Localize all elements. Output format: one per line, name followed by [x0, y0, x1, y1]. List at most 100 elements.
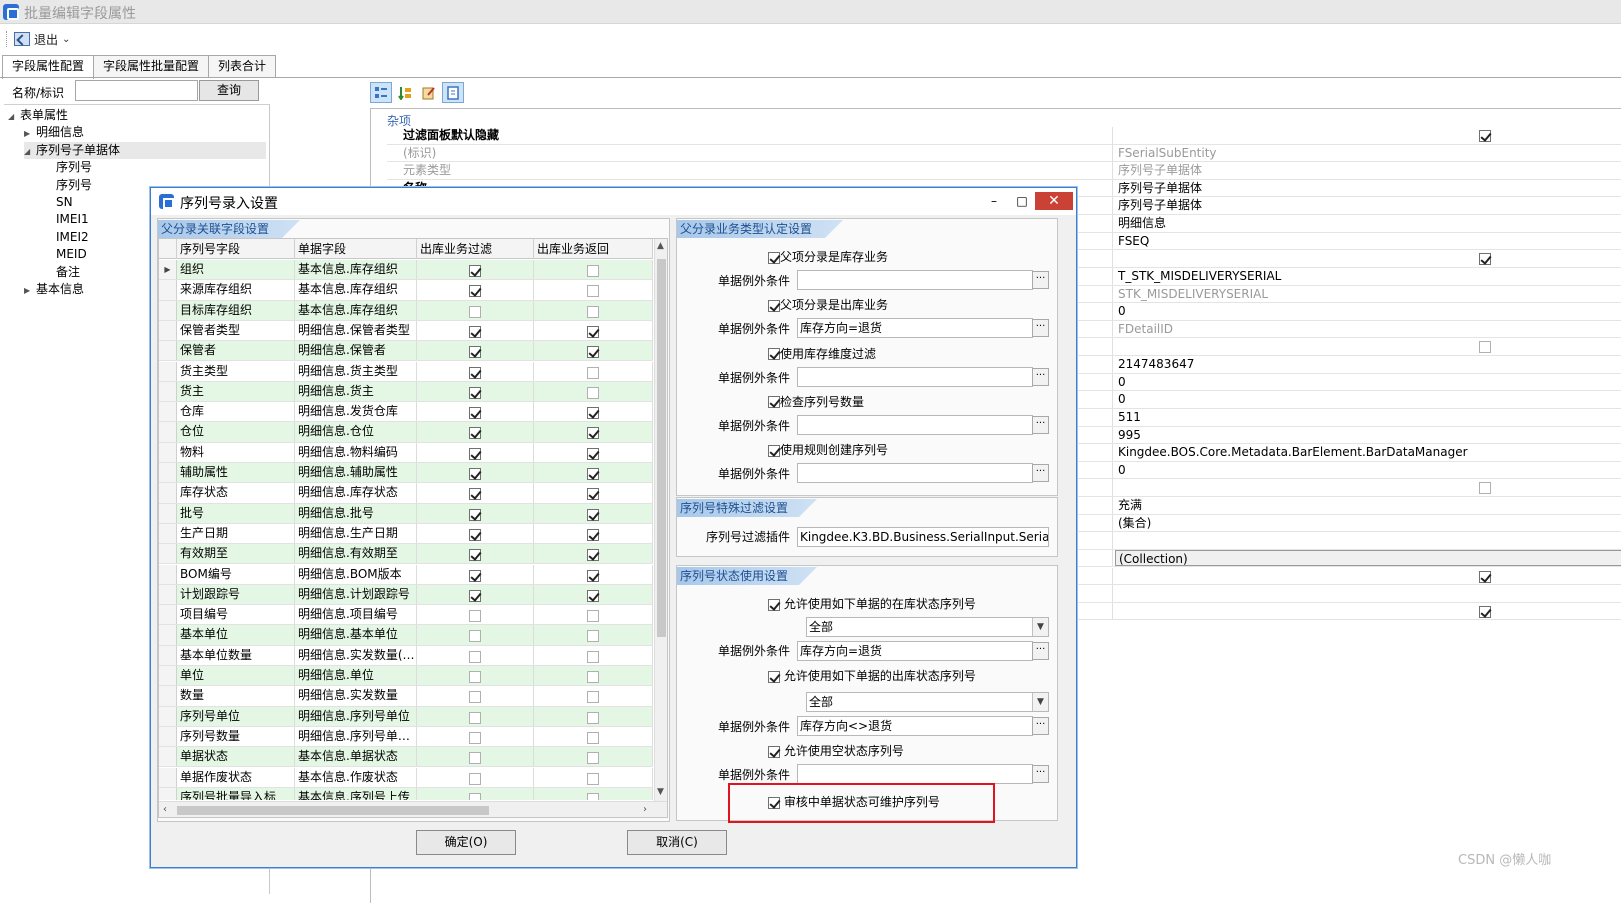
biz-option-checkbox[interactable]	[768, 348, 780, 361]
outbound-filter-checkbox[interactable]	[469, 610, 481, 623]
bill-field-cell[interactable]: 基本信息.作废状态	[295, 767, 417, 787]
biz-cond-browse-button[interactable]: ···	[1032, 271, 1049, 289]
bill-field-cell[interactable]: 明细信息.生产日期	[295, 523, 417, 544]
property-row[interactable]: 过滤面板默认隐藏	[387, 127, 1621, 145]
property-value[interactable]: 充满	[1115, 497, 1621, 514]
table-row[interactable]: 基本单位数量 明细信息.实发数量(…	[159, 645, 653, 666]
outbound-filter-cell[interactable]	[417, 422, 534, 442]
serial-field-cell[interactable]: 目标库存组织	[177, 300, 295, 320]
outbound-return-checkbox[interactable]	[587, 346, 599, 359]
outbound-return-cell[interactable]	[534, 463, 653, 483]
serial-field-cell[interactable]: 货主类型	[177, 361, 295, 381]
outbound-filter-checkbox[interactable]	[469, 386, 481, 399]
outbound-return-cell[interactable]	[534, 544, 653, 564]
col-outbound-filter[interactable]: 出库业务过滤	[417, 239, 534, 259]
serial-field-cell[interactable]: 批号	[177, 503, 295, 523]
bill-field-cell[interactable]: 明细信息.项目编号	[295, 605, 417, 625]
property-value[interactable]	[1115, 338, 1621, 355]
bill-field-cell[interactable]: 明细信息.计划跟踪号	[295, 584, 417, 605]
maximize-button[interactable]: □	[1007, 192, 1037, 210]
outbound-filter-cell[interactable]	[417, 523, 534, 544]
property-row[interactable]: 元素类型 序列号子单据体	[387, 162, 1621, 180]
outbound-filter-cell[interactable]	[417, 463, 534, 483]
table-row[interactable]: 保管者类型 明细信息.保管者类型	[159, 320, 653, 342]
outbound-return-cell[interactable]	[534, 260, 653, 280]
property-checkbox[interactable]	[1479, 570, 1491, 583]
property-value[interactable]	[1115, 127, 1621, 144]
outbound-return-checkbox[interactable]	[587, 671, 599, 683]
col-bill-field[interactable]: 单据字段	[295, 239, 417, 259]
outbound-filter-checkbox[interactable]	[469, 468, 481, 480]
serial-field-cell[interactable]: BOM编号	[177, 564, 295, 584]
property-value[interactable]: (Collection)	[1115, 549, 1621, 567]
serial-field-cell[interactable]: 生产日期	[177, 523, 295, 544]
serial-field-cell[interactable]: 辅助属性	[177, 463, 295, 483]
outbound-return-cell[interactable]	[534, 300, 653, 320]
outbound-return-checkbox[interactable]	[587, 386, 599, 399]
serial-field-cell[interactable]: 库存状态	[177, 483, 295, 503]
instock-option[interactable]: 允许使用如下单据的在库状态序列号	[768, 594, 976, 614]
table-row[interactable]: 序列号批量导入标 基本信息.序列号上传	[159, 787, 653, 800]
outbound-filter-checkbox[interactable]	[469, 650, 481, 663]
biz-option[interactable]: 使用库存维度过滤	[768, 344, 876, 364]
table-row[interactable]: 基本单位 明细信息.基本单位	[159, 625, 653, 646]
bill-field-cell[interactable]: 明细信息.批号	[295, 503, 417, 523]
outbound-return-checkbox[interactable]	[587, 488, 599, 501]
serial-field-cell[interactable]: 保管者类型	[177, 320, 295, 341]
categorized-view-button[interactable]	[370, 82, 392, 103]
col-serial-field[interactable]: 序列号字段	[177, 239, 295, 259]
outbound-filter-cell[interactable]	[417, 442, 534, 462]
property-checkbox[interactable]	[1479, 130, 1491, 142]
outstock-cond-input[interactable]: 库存方向<>退货	[797, 716, 1033, 736]
tree-node[interactable]: 序列号	[54, 159, 92, 176]
outbound-return-cell[interactable]	[534, 645, 653, 665]
serial-field-cell[interactable]: 物料	[177, 442, 295, 462]
outbound-filter-checkbox[interactable]	[469, 265, 481, 277]
outbound-return-checkbox[interactable]	[587, 650, 599, 663]
bill-field-cell[interactable]: 明细信息.辅助属性	[295, 463, 417, 483]
outbound-filter-checkbox[interactable]	[469, 508, 481, 521]
chevron-down-icon[interactable]: ▼	[1032, 618, 1048, 636]
serial-field-cell[interactable]: 序列号数量	[177, 726, 295, 747]
property-value[interactable]: FSerialSubEntity	[1115, 145, 1621, 162]
property-checkbox[interactable]	[1479, 253, 1491, 266]
table-row[interactable]: 单据状态 基本信息.单据状态	[159, 747, 653, 768]
table-row[interactable]: 生产日期 明细信息.生产日期	[159, 523, 653, 545]
outbound-return-checkbox[interactable]	[587, 731, 599, 744]
collapsed-icon[interactable]: ▶	[24, 282, 36, 299]
property-value[interactable]: 0	[1115, 374, 1621, 391]
property-value[interactable]: FSEQ	[1115, 233, 1621, 250]
bill-field-cell[interactable]: 明细信息.发货仓库	[295, 402, 417, 422]
outbound-filter-checkbox[interactable]	[469, 569, 481, 582]
exit-button[interactable]: 退出 ⌄	[14, 28, 70, 50]
property-value[interactable]	[1115, 479, 1621, 496]
outbound-return-checkbox[interactable]	[587, 407, 599, 420]
empty-status-checkbox[interactable]	[768, 745, 780, 758]
empty-status-option[interactable]: 允许使用空状态序列号	[768, 741, 904, 761]
biz-option[interactable]: 父项分录是库存业务	[768, 247, 888, 267]
outbound-return-checkbox[interactable]	[587, 569, 599, 582]
outstock-option[interactable]: 允许使用如下单据的出库状态序列号	[768, 666, 976, 686]
outbound-return-cell[interactable]	[534, 564, 653, 584]
bill-field-cell[interactable]: 明细信息.库存状态	[295, 483, 417, 503]
outbound-return-checkbox[interactable]	[587, 468, 599, 480]
property-value[interactable]: 0	[1115, 303, 1621, 320]
outbound-return-cell[interactable]	[534, 442, 653, 462]
table-row[interactable]: 辅助属性 明细信息.辅助属性	[159, 463, 653, 484]
property-value[interactable]	[1115, 250, 1621, 267]
tree-node[interactable]: IMEI2	[54, 229, 89, 246]
serial-field-cell[interactable]: 单据状态	[177, 747, 295, 767]
outbound-return-cell[interactable]	[534, 381, 653, 402]
bill-field-cell[interactable]: 基本信息.序列号上传	[295, 787, 417, 800]
property-checkbox[interactable]	[1479, 341, 1491, 354]
tab-field-properties[interactable]: 字段属性配置	[2, 55, 95, 79]
biz-option-checkbox[interactable]	[768, 444, 780, 457]
biz-cond-browse-button[interactable]: ···	[1032, 319, 1049, 338]
outbound-return-checkbox[interactable]	[587, 366, 599, 379]
outbound-return-cell[interactable]	[534, 422, 653, 442]
bill-field-cell[interactable]: 明细信息.单位	[295, 666, 417, 686]
outbound-return-checkbox[interactable]	[587, 610, 599, 623]
outstock-cond-browse-button[interactable]: ···	[1032, 717, 1049, 735]
tree-node[interactable]: 序列号	[54, 177, 92, 194]
outbound-filter-checkbox[interactable]	[469, 630, 481, 643]
